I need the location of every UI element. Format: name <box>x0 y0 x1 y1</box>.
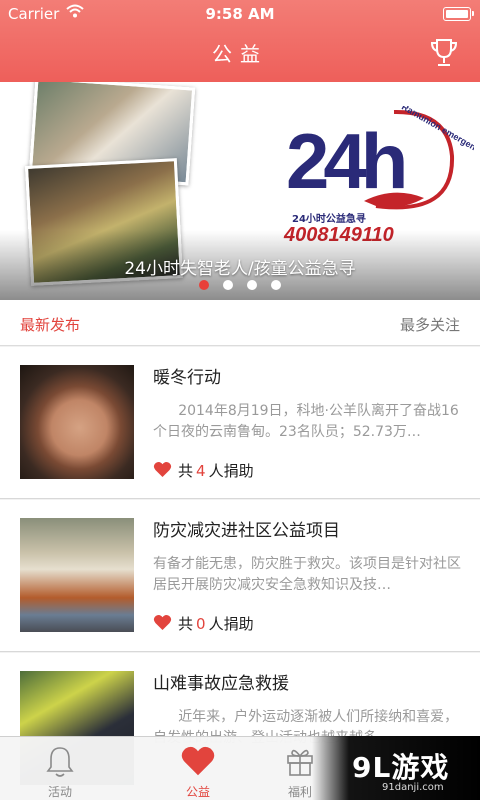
donate-prefix: 共 <box>178 462 194 480</box>
donation-count: 共 4 人捐助 <box>153 460 254 481</box>
carousel-dot[interactable] <box>223 280 233 290</box>
carousel-dot[interactable] <box>199 280 209 290</box>
heart-icon <box>153 614 172 631</box>
heart-icon <box>153 461 172 478</box>
24h-logo: 24h Ramunion emergency Rescue <box>284 106 474 216</box>
donation-count: 共 0 人捐助 <box>153 613 254 634</box>
heart-tab-icon <box>181 746 215 776</box>
header: Carrier 9:58 AM 公益 <box>0 0 480 82</box>
list-item[interactable]: 暖冬行动 2014年8月19日，科地·公羊队离开了奋战16个日夜的云南鲁甸。23… <box>0 347 480 499</box>
banner-carousel[interactable]: 24h Ramunion emergency Rescue 24小时公益急寻 4… <box>0 82 480 300</box>
donate-prefix: 共 <box>178 615 194 633</box>
project-description: 2014年8月19日，科地·公羊队离开了奋战16个日夜的云南鲁甸。23名队员；5… <box>153 403 459 440</box>
logo-subtitle: 24小时公益急寻 <box>292 214 366 225</box>
donor-count: 0 <box>196 615 206 633</box>
watermark-url: 91danji.com <box>382 782 444 793</box>
trophy-icon[interactable] <box>430 37 458 69</box>
project-title: 防灾减灾进社区公益项目 <box>153 521 340 541</box>
tab-activity[interactable]: 活动 <box>0 737 120 800</box>
list-item[interactable]: 防灾减灾进社区公益项目 有备才能无患，防灾胜于救灾。该项目是针对社区居民开展防灾… <box>0 500 480 652</box>
project-title: 暖冬行动 <box>153 368 221 388</box>
carousel-dots <box>0 280 480 290</box>
project-title: 山难事故应急救援 <box>153 674 289 694</box>
watermark: 9L游戏 91danji.com <box>312 736 480 800</box>
tab-latest[interactable]: 最新发布 <box>20 314 80 335</box>
project-description: 有备才能无患，防灾胜于救灾。该项目是针对社区居民开展防灾减灾安全急救知识及技… <box>153 556 461 593</box>
tab-most-followed[interactable]: 最多关注 <box>400 314 460 335</box>
donor-count: 4 <box>196 462 206 480</box>
page-title: 公益 <box>212 42 268 66</box>
battery-icon <box>443 7 474 21</box>
svg-text:Ramunion emergency Rescue: Ramunion emergency Rescue <box>400 106 474 174</box>
carousel-dot[interactable] <box>271 280 281 290</box>
donate-suffix: 人捐助 <box>208 462 254 480</box>
status-time: 9:58 AM <box>205 5 275 23</box>
project-thumbnail <box>20 518 134 632</box>
gift-icon <box>287 749 313 776</box>
banner-caption: 24小时失智老人/孩童公益急寻 <box>124 259 356 279</box>
carousel-dot[interactable] <box>247 280 257 290</box>
bell-icon <box>46 747 74 777</box>
status-bar: Carrier 9:58 AM <box>0 0 480 28</box>
watermark-logo: 9L游戏 <box>352 751 450 784</box>
project-thumbnail <box>20 365 134 479</box>
svg-text:24h: 24h <box>286 117 404 205</box>
tab-activity-label: 活动 <box>47 785 72 799</box>
donate-suffix: 人捐助 <box>208 615 254 633</box>
sort-tabs: 最新发布 最多关注 <box>0 300 480 346</box>
